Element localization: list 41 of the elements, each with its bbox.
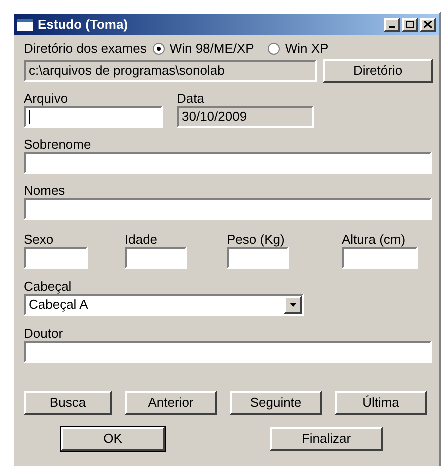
input-field[interactable] (227, 247, 289, 269)
window-title: Estudo (Toma) (38, 16, 130, 34)
input-field[interactable]: 30/10/2009 (177, 106, 314, 128)
directory-label: Diretório dos exames (24, 40, 147, 58)
radio-label: Win XP (285, 40, 329, 58)
push-button[interactable]: OK (61, 427, 165, 451)
maximize-button[interactable] (402, 18, 418, 32)
input-field[interactable] (125, 247, 187, 269)
field-label: Altura (cm) (342, 232, 407, 247)
radio-button[interactable] (268, 42, 280, 54)
input-field[interactable] (24, 247, 88, 269)
window-icon (17, 18, 33, 30)
close-button[interactable] (420, 18, 436, 32)
push-button[interactable]: Seguinte (230, 391, 322, 415)
input-field[interactable] (24, 198, 432, 220)
input-field[interactable] (24, 106, 163, 128)
input-field[interactable]: c:\arquivos de programas\sonolab (24, 60, 317, 82)
caret-icon (290, 303, 296, 307)
push-button[interactable]: Última (335, 391, 427, 415)
field-label: Sexo (24, 232, 55, 247)
field-label: Peso (Kg) (227, 232, 286, 247)
dropdown[interactable]: Cabeçal A (24, 294, 304, 316)
field-label: Doutor (24, 326, 64, 341)
minimize-button[interactable] (384, 18, 400, 32)
field-label: Sobrenome (24, 137, 92, 152)
push-button[interactable]: Finalizar (270, 427, 383, 451)
input-field[interactable] (24, 152, 432, 174)
field-label: Arquivo (24, 91, 70, 106)
field-label: Idade (125, 232, 159, 247)
push-button[interactable]: Diretório (323, 59, 433, 83)
radio-button[interactable] (152, 42, 165, 54)
input-field[interactable] (24, 341, 432, 363)
maximize-icon (406, 21, 414, 28)
input-field[interactable] (342, 247, 418, 269)
push-button[interactable]: Anterior (125, 391, 217, 415)
close-icon (424, 21, 432, 28)
push-button[interactable]: Busca (24, 391, 112, 415)
field-label: Cabeçal (24, 279, 73, 294)
radio-label: Win 98/ME/XP (170, 40, 254, 58)
field-label: Data (177, 91, 206, 106)
field-label: Nomes (24, 183, 66, 198)
